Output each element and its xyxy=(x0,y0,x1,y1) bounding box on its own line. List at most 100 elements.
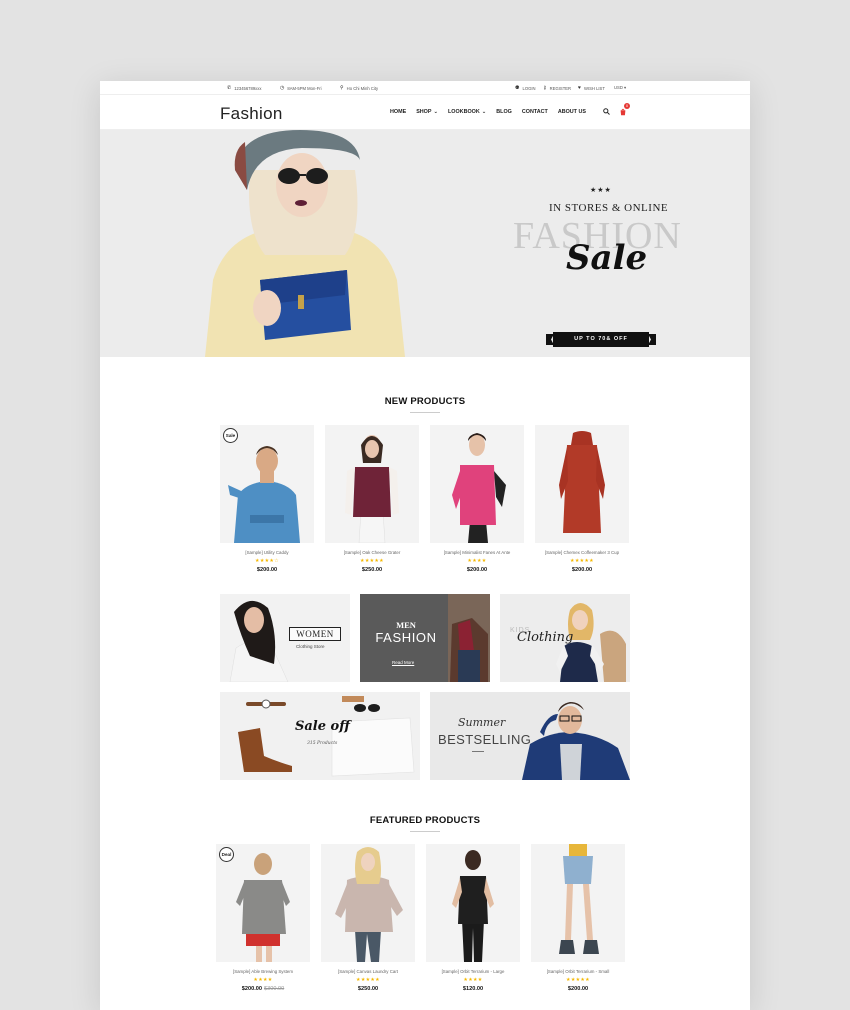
nav-home[interactable]: HOME xyxy=(390,109,406,115)
sale-sublabel: 315 Products xyxy=(307,741,338,746)
featured-products-title: FEATURED PRODUCTS xyxy=(369,815,481,826)
login-link[interactable]: ⚉ LOGIN xyxy=(515,85,536,91)
product-card[interactable]: Deal [Sample] Able Brewing System ★★★★ $… xyxy=(216,844,310,992)
nav-about[interactable]: ABOUT US xyxy=(558,109,586,115)
phone-text: 123456789xxx xyxy=(234,85,262,91)
product-name[interactable]: [Sample] Oak Cheese Grater xyxy=(325,550,419,555)
wishlist-link[interactable]: ♥ WISH LIST xyxy=(578,85,605,91)
currency-select[interactable]: USD ▾ xyxy=(614,85,626,90)
product-image[interactable]: Sale xyxy=(220,425,314,543)
chevron-down-icon: ⌄ xyxy=(481,109,487,115)
product-price: $120.00 xyxy=(426,986,520,992)
old-price: $300.00 xyxy=(264,986,285,992)
cart-icon[interactable] xyxy=(619,108,627,118)
product-card[interactable]: [Sample] Orbit Terrarium - Small ★★★★★ $… xyxy=(531,844,625,992)
men-banner[interactable]: MEN FASHION Read More xyxy=(360,594,490,682)
product-price: $250.00 xyxy=(321,986,415,992)
login-label: LOGIN xyxy=(522,85,536,91)
search-icon[interactable] xyxy=(603,108,610,117)
clock-icon: ◷ xyxy=(280,85,285,91)
chevron-down-icon: ⌄ xyxy=(433,109,438,115)
sale-label: Sale off xyxy=(295,719,350,734)
sale-banner[interactable]: Sale off 315 Products xyxy=(220,692,420,780)
women-banner[interactable]: WOMEN Clothing Store xyxy=(220,594,350,682)
price-value: $200.00 xyxy=(241,986,262,992)
nav-contact[interactable]: CONTACT xyxy=(522,109,548,115)
new-products-title: NEW PRODUCTS xyxy=(384,396,466,407)
product-rating: ★★★★☆ xyxy=(255,558,279,564)
nav-shop[interactable]: SHOP ⌄ xyxy=(416,109,438,115)
product-name[interactable]: [Sample] Minimalist Fanes At Ante xyxy=(430,550,524,555)
product-name[interactable]: [Sample] Canvas Laundry Cart xyxy=(321,969,415,974)
product-image[interactable] xyxy=(426,844,520,962)
price-value: $120.00 xyxy=(462,986,484,992)
nav-contact-label: CONTACT xyxy=(521,109,548,115)
product-card[interactable]: [Sample] Minimalist Fanes At Ante ★★★★ $… xyxy=(430,425,524,573)
product-price: $200.00 xyxy=(430,567,524,573)
logo[interactable]: Fashion xyxy=(220,104,283,124)
nav-about-label: ABOUT US xyxy=(557,109,586,115)
product-image[interactable]: Deal xyxy=(216,844,310,962)
summer-sublabel: BESTSELLING xyxy=(438,732,532,747)
product-image[interactable] xyxy=(535,425,629,543)
nav-blog[interactable]: BLOG xyxy=(496,109,512,115)
sale-products-image xyxy=(238,696,415,777)
product-name[interactable]: [Sample] Chemex Coffeemaker 3 Cup xyxy=(535,550,629,555)
product-name[interactable]: [Sample] Able Brewing System xyxy=(216,969,310,974)
product-grey-tee-image xyxy=(236,853,290,962)
product-price: $200.00 xyxy=(535,567,629,573)
product-rating: ★★★★★ xyxy=(570,558,594,564)
nav-lookbook[interactable]: LOOKBOOK ⌄ xyxy=(448,109,486,115)
product-sweater-image xyxy=(335,847,403,962)
product-name[interactable]: [Sample] Orbit Terrarium - Large xyxy=(426,969,520,974)
location-info: ⚲ Ho Chi Minh City xyxy=(340,85,378,91)
top-bar: ✆ 123456789xxx ◷ 8AM-5PM Mon-Fri ⚲ Ho Ch… xyxy=(100,81,750,95)
product-image[interactable] xyxy=(430,425,524,543)
nav-lookbook-label: LOOKBOOK xyxy=(448,109,480,115)
product-card[interactable]: [Sample] Canvas Laundry Cart ★★★★★ $250.… xyxy=(321,844,415,992)
hours-info: ◷ 8AM-5PM Mon-Fri xyxy=(280,85,322,91)
price-value: $250.00 xyxy=(357,986,379,992)
product-pink-vest-image xyxy=(452,433,506,543)
product-image[interactable] xyxy=(321,844,415,962)
read-more-link[interactable]: Read More xyxy=(392,660,414,665)
women-sublabel: Clothing Store xyxy=(296,644,325,649)
nav-shop-label: SHOP xyxy=(416,109,432,115)
product-image[interactable] xyxy=(325,425,419,543)
product-card[interactable]: Sale [Sample] Utility Caddy ★★★★☆ $200.0… xyxy=(220,425,314,573)
product-rating: ★★★★ xyxy=(253,977,273,983)
nav-home-label: HOME xyxy=(390,109,407,115)
phone-info: ✆ 123456789xxx xyxy=(227,85,261,91)
product-name[interactable]: [Sample] Orbit Terrarium - Small xyxy=(531,969,625,974)
product-card[interactable]: [Sample] Oak Cheese Grater ★★★★★ $250.00 xyxy=(325,425,419,573)
user-icon: ⚉ xyxy=(515,85,520,91)
phone-icon: ✆ xyxy=(227,85,232,91)
map-pin-icon: ⚲ xyxy=(340,85,344,91)
register-link[interactable]: ⚷ REGISTER xyxy=(543,85,571,91)
product-red-dress-image xyxy=(559,431,605,533)
product-image[interactable] xyxy=(531,844,625,962)
hero-slider[interactable]: ★★★ IN STORES & ONLINE FASHION Sale UP T… xyxy=(100,130,750,357)
women-label: WOMEN xyxy=(289,627,341,641)
product-card[interactable]: [Sample] Chemex Coffeemaker 3 Cup ★★★★★ … xyxy=(535,425,629,573)
page-container: ✆ 123456789xxx ◷ 8AM-5PM Mon-Fri ⚲ Ho Ch… xyxy=(100,81,750,1010)
currency-label: USD ▾ xyxy=(614,85,627,90)
summer-label: Summer xyxy=(458,716,506,729)
product-name[interactable]: [Sample] Utility Caddy xyxy=(220,550,314,555)
price-value: $200.00 xyxy=(256,567,278,573)
kids-banner[interactable]: KIDS Clothing xyxy=(500,594,630,682)
hero-model-image xyxy=(205,130,405,357)
summer-divider xyxy=(472,751,484,752)
product-price: $200.00 xyxy=(220,567,314,573)
header: Fashion HOME SHOP ⌄ LOOKBOOK ⌄ BLOG CONTAC… xyxy=(100,95,750,130)
sale-badge: Sale xyxy=(223,428,238,443)
product-card[interactable]: [Sample] Orbit Terrarium - Large ★★★★ $1… xyxy=(426,844,520,992)
product-rating: ★★★★★ xyxy=(360,558,384,564)
price-value: $200.00 xyxy=(567,986,589,992)
summer-banner[interactable]: Summer BESTSELLING xyxy=(430,692,630,780)
hero-tagline: IN STORES & ONLINE xyxy=(549,202,669,214)
product-rating: ★★★★★ xyxy=(566,977,590,983)
cart-count-badge: 0 xyxy=(624,103,630,109)
section-divider xyxy=(410,412,440,413)
kids-label: Clothing xyxy=(517,630,574,645)
